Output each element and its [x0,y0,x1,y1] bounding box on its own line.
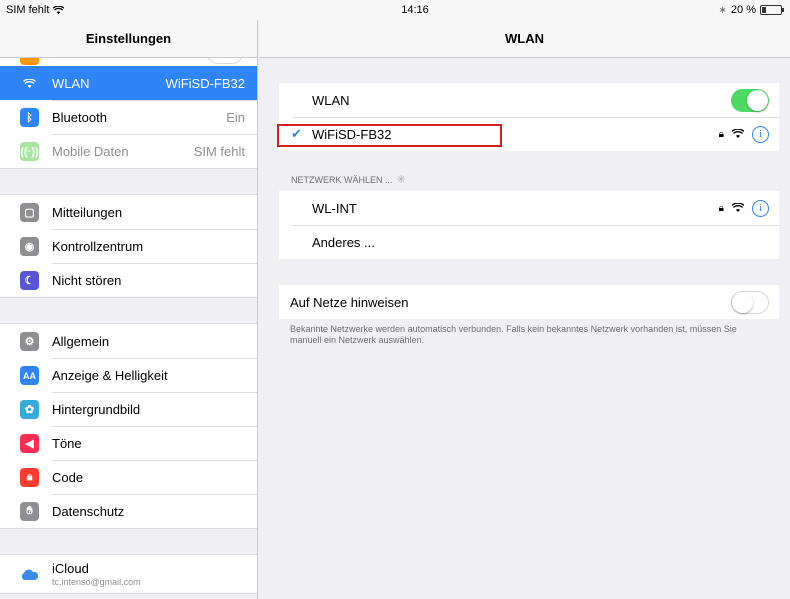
choose-network-label: NETZWERK WÄHLEN ... [291,174,393,185]
gear-icon: ⚙ [20,332,39,351]
network-list: WL-INT 🔒︎ i Anderes ... [279,191,779,259]
sidebar-item-label: Nicht stören [52,272,122,288]
loading-spinner-icon: ✳ [396,174,406,186]
wlan-toggle-row: WLAN [279,83,779,117]
sidebar-item-wlan[interactable]: WLAN WiFiSD-FB32 [0,66,257,100]
sidebar-item-label: Datenschutz [52,503,125,519]
other-network-row[interactable]: Anderes ... [279,225,779,259]
sidebar-item-label: Anzeige & Helligkeit [52,367,168,383]
status-right: ∗ 20 % [718,4,784,16]
sidebar-group-general: ⚙ Allgemein AA Anzeige & Helligkeit ✿ Hi… [0,323,257,529]
status-bar: SIM fehlt 14:16 ∗ 20 % [0,0,790,20]
ask-join-footer-note: Bekannte Netzwerke werden automatisch ve… [290,324,737,345]
sidebar-item-do-not-disturb[interactable]: ☾ Nicht stören [0,263,257,297]
sidebar-item-general[interactable]: ⚙ Allgemein [0,324,257,358]
sidebar-item-label: Mobile Daten [52,143,129,159]
clock: 14:16 [401,4,429,16]
network-row[interactable]: WL-INT 🔒︎ i [279,191,779,225]
lock-icon: 🔒︎ [718,202,724,214]
wifi-icon [20,74,39,93]
ask-join-toggle[interactable] [731,290,769,314]
sidebar-item-bluetooth[interactable]: ᛒ Bluetooth Ein [0,100,257,134]
wallpaper-icon: ✿ [20,400,39,419]
display-icon: AA [20,366,39,385]
sidebar-item-label: Kontrollzentrum [52,238,144,254]
detail-title: WLAN [259,20,790,58]
info-icon[interactable]: i [752,199,769,217]
sidebar-item-passcode[interactable]: 🔒︎ Code [0,460,257,494]
sidebar-item-value: Ein [226,109,245,125]
antenna-icon: ((·)) [20,142,39,161]
ask-join-row: Auf Netze hinweisen [279,285,779,319]
sidebar-item-value: WiFiSD-FB32 [165,75,245,91]
wifi-strength-icon [732,129,744,138]
hand-icon: ✋︎ [20,502,39,521]
cloud-icon [20,565,39,584]
sidebar-item-wallpaper[interactable]: ✿ Hintergrundbild [0,392,257,426]
choose-network-header: NETZWERK WÄHLEN ... ✳ [291,173,406,186]
other-network-label: Anderes ... [312,234,375,250]
notifications-icon: ▢ [20,203,39,222]
highlight-annotation [277,124,502,147]
sidebar-item-control-center[interactable]: ◉ Kontrollzentrum [0,229,257,263]
sidebar-item-sounds[interactable]: ◀ Töne [0,426,257,460]
sidebar-item-label: iCloud [52,561,89,576]
battery-percent: 20 % [730,4,756,16]
sidebar-item-icloud[interactable]: iCloud tc.intenso@gmail.com [0,555,257,593]
sidebar-item-mobile-data[interactable]: ((·)) Mobile Daten SIM fehlt [0,134,257,168]
sidebar-item-label: Hintergrundbild [52,401,141,417]
info-icon[interactable]: i [752,125,769,143]
sidebar-group-notifications: ▢ Mitteilungen ◉ Kontrollzentrum ☾ Nicht… [0,194,257,298]
sidebar-item-display[interactable]: AA Anzeige & Helligkeit [0,358,257,392]
sidebar-group-connectivity: WLAN WiFiSD-FB32 ᛒ Bluetooth Ein ((·)) M… [0,66,257,169]
sidebar-item-label: Bluetooth [52,109,107,125]
sound-icon: ◀ [20,434,39,453]
moon-icon: ☾ [20,271,39,290]
sidebar-item-privacy[interactable]: ✋︎ Datenschutz [0,494,257,528]
wifi-strength-icon [732,203,744,212]
bluetooth-status-icon: ∗ [718,4,727,16]
airplane-mode-toggle[interactable] [207,58,243,64]
battery-icon [760,5,784,15]
airplane-icon [20,58,39,65]
control-center-icon: ◉ [20,237,39,256]
partially-hidden-row[interactable] [0,58,257,66]
sidebar-item-notifications[interactable]: ▢ Mitteilungen [0,195,257,229]
network-name: WL-INT [312,200,357,216]
wlan-label: WLAN [312,92,350,108]
sidebar-title: Einstellungen [0,20,257,58]
sidebar-item-label: WLAN [52,75,90,91]
sidebar-item-label: Code [52,469,84,485]
wlan-detail-pane: WLAN WLAN ✔ WiFiSD-FB32 🔒︎ i NETZWERK WÄ… [259,20,790,599]
ask-join-label: Auf Netze hinweisen [290,294,409,310]
sidebar-item-label: Töne [52,435,82,451]
sidebar-item-label: Mitteilungen [52,204,123,220]
sidebar-item-label: Allgemein [52,333,110,349]
ask-join-group: Auf Netze hinweisen [279,285,779,319]
settings-sidebar: Einstellungen WLAN WiFiSD-FB32 ᛒ Bluetoo… [0,20,258,599]
sidebar-group-icloud: iCloud tc.intenso@gmail.com [0,554,257,594]
wlan-toggle[interactable] [731,88,769,112]
icloud-account-email: tc.intenso@gmail.com [52,577,141,587]
sidebar-item-value: SIM fehlt [193,143,245,159]
lock-icon: 🔒︎ [20,468,39,487]
lock-icon: 🔒︎ [718,128,724,140]
bluetooth-icon: ᛒ [20,108,39,127]
